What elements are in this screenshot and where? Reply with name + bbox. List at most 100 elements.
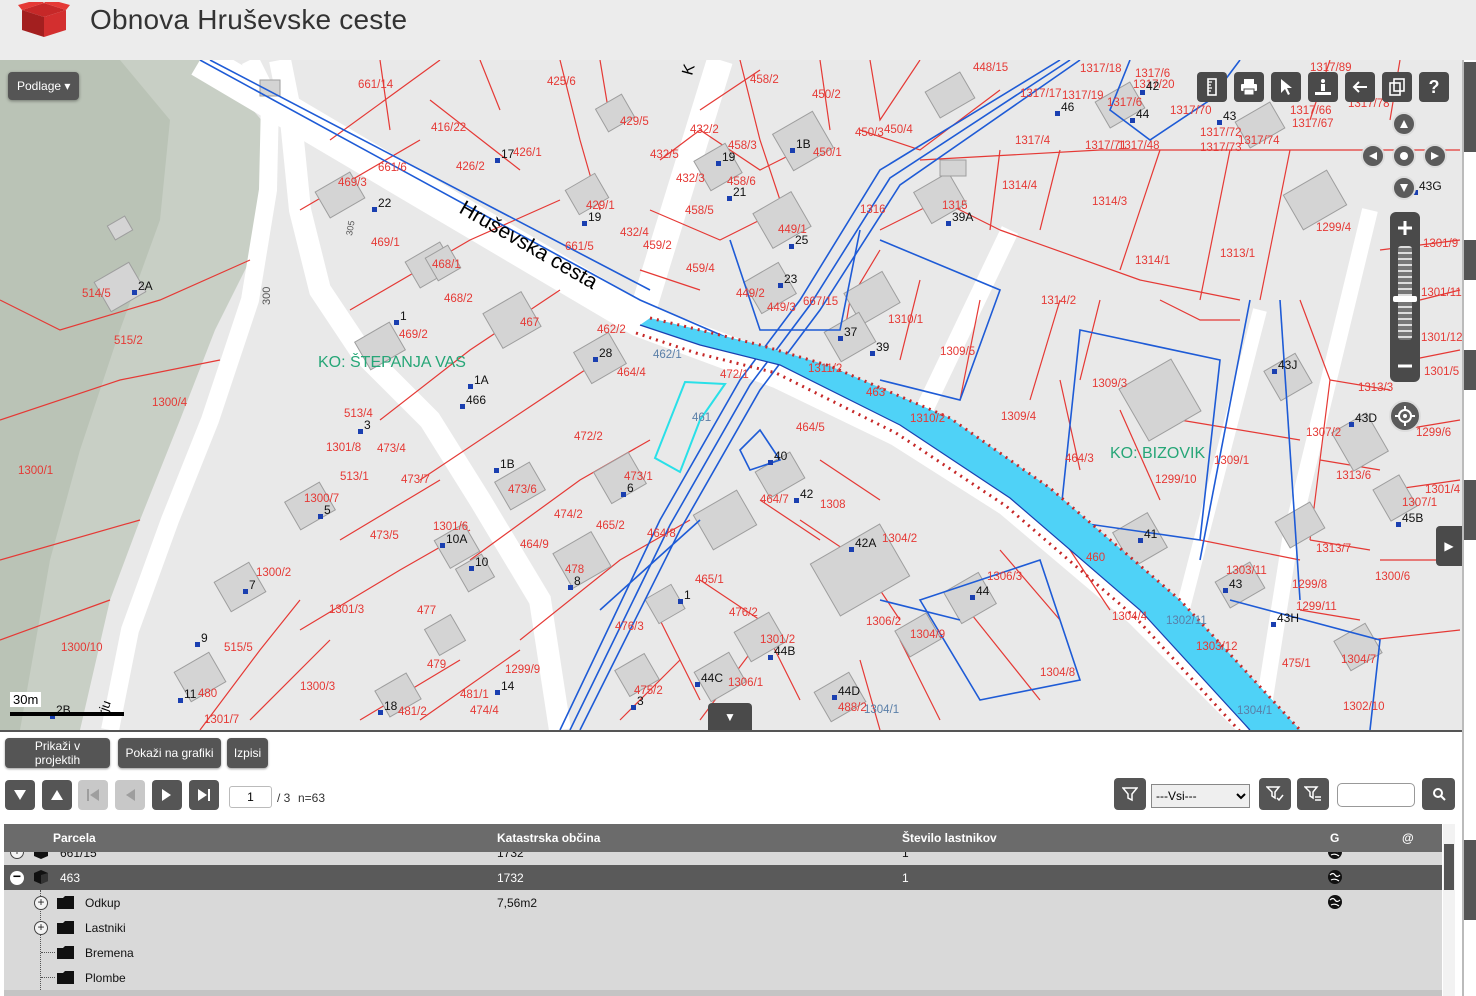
- search-input[interactable]: [1337, 783, 1415, 807]
- basemap-dropdown-button[interactable]: Podlage ▾: [8, 72, 80, 100]
- parcel-label: 513/1: [340, 471, 369, 483]
- parcel-label: 1314/3: [1092, 196, 1127, 208]
- parcel-label: 1309/5: [940, 346, 975, 358]
- parcel-label: 464/5: [796, 422, 825, 434]
- expand-all-button[interactable]: [5, 780, 35, 810]
- house-number-label: 10A: [446, 532, 467, 546]
- parcel-label: 1317/72: [1200, 127, 1242, 139]
- select-pointer-button[interactable]: [1271, 72, 1301, 102]
- show-in-projects-button[interactable]: Prikaži v projektih: [5, 738, 110, 768]
- house-marker: [631, 705, 636, 710]
- house-number-label: 3: [364, 418, 371, 432]
- house-marker: [768, 460, 773, 465]
- side-tab-3[interactable]: [1464, 350, 1476, 390]
- expand-side-panel-button[interactable]: ▶: [1436, 526, 1462, 566]
- parcel-label: 429/5: [620, 116, 649, 128]
- pan-up-button[interactable]: [1392, 112, 1416, 136]
- expand-row-icon[interactable]: +: [34, 896, 48, 910]
- collapse-map-button[interactable]: ▼: [708, 703, 752, 730]
- house-number-label: 44B: [774, 644, 795, 658]
- info-button[interactable]: [1308, 72, 1338, 102]
- first-page-button[interactable]: [78, 780, 108, 810]
- tree-item-lastniki[interactable]: + Lastniki: [4, 915, 1442, 940]
- reports-button[interactable]: Izpisi: [227, 738, 268, 768]
- house-number-label: 43H: [1277, 611, 1299, 625]
- locate-button[interactable]: [1389, 400, 1421, 432]
- parcel-label: 1317/66: [1290, 105, 1332, 117]
- back-button[interactable]: [1345, 72, 1375, 102]
- house-marker: [1217, 120, 1222, 125]
- copy-button[interactable]: [1382, 72, 1412, 102]
- parcel-463-outline[interactable]: [653, 380, 727, 474]
- house-marker: [460, 404, 465, 409]
- pan-center-button[interactable]: [1392, 144, 1416, 168]
- expand-row-icon[interactable]: +: [10, 852, 24, 859]
- tree-item-plombe[interactable]: Plombe: [4, 965, 1442, 990]
- filter-select[interactable]: ---Vsi---: [1151, 784, 1250, 808]
- search-button[interactable]: [1422, 778, 1455, 810]
- filter-button[interactable]: [1114, 778, 1146, 810]
- globe-icon[interactable]: [1327, 894, 1343, 910]
- filter-apply-button[interactable]: [1259, 778, 1291, 810]
- filter-advanced-button[interactable]: [1297, 778, 1329, 810]
- zoom-slider-handle[interactable]: [1393, 296, 1417, 302]
- grid-scrollbar[interactable]: [1443, 824, 1455, 996]
- measure-button[interactable]: [1197, 72, 1227, 102]
- zoom-slider-track[interactable]: [1393, 246, 1417, 340]
- side-tab-4[interactable]: [1464, 480, 1476, 540]
- zoom-out-button[interactable]: [1395, 356, 1415, 376]
- column-header-owners[interactable]: Število lastnikov: [902, 831, 997, 845]
- pan-down-button[interactable]: [1392, 176, 1416, 200]
- side-tab-2[interactable]: [1464, 240, 1476, 280]
- show-on-graphics-button[interactable]: Pokaži na grafiki: [118, 738, 221, 768]
- collapse-row-icon[interactable]: −: [10, 869, 24, 885]
- house-marker: [469, 566, 474, 571]
- prev-page-button[interactable]: [115, 780, 145, 810]
- parcel-label: 459/4: [686, 263, 715, 275]
- last-page-button[interactable]: [189, 780, 219, 810]
- next-page-button[interactable]: [152, 780, 182, 810]
- column-header-at[interactable]: @: [1402, 831, 1414, 845]
- parcel-label: 450/3: [855, 127, 884, 139]
- parcel-label: 1313/7: [1316, 543, 1351, 555]
- column-header-parcel[interactable]: Parcela: [53, 831, 96, 845]
- parcel-label: 481/2: [398, 706, 427, 718]
- cadastral-map[interactable]: 661/14 425/6 458/2 450/2 448/15 1317/18 1317/6…: [0, 60, 1462, 730]
- house-marker: [849, 547, 854, 552]
- scale-bar: 30m: [6, 688, 124, 718]
- zoom-in-button[interactable]: [1395, 218, 1415, 238]
- page-number-input[interactable]: [229, 786, 272, 808]
- zoom-control[interactable]: [1390, 212, 1420, 382]
- parcel-label: 450/4: [884, 124, 913, 136]
- parcel-label: 1317/18: [1080, 63, 1122, 75]
- map-view[interactable]: 661/14 425/6 458/2 450/2 448/15 1317/18 1317/6…: [0, 60, 1462, 730]
- print-button[interactable]: [1234, 72, 1264, 102]
- globe-icon[interactable]: [1327, 869, 1343, 885]
- globe-icon[interactable]: [1327, 852, 1343, 860]
- tree-item-bremena[interactable]: Bremena: [4, 940, 1442, 965]
- tree-item-odkup[interactable]: + Odkup 7,56m2: [4, 890, 1442, 915]
- house-number-label: 43D: [1355, 411, 1377, 425]
- pan-left-button[interactable]: [1361, 144, 1385, 168]
- house-marker: [1272, 369, 1277, 374]
- grid-scrollbar-thumb[interactable]: [1444, 844, 1454, 890]
- house-marker: [790, 148, 795, 153]
- pan-right-button[interactable]: [1423, 144, 1447, 168]
- funnel-icon: [1122, 787, 1138, 802]
- column-header-cadastral[interactable]: Katastrska občina: [497, 831, 600, 845]
- ruler-icon: [1207, 78, 1217, 96]
- help-button[interactable]: ?: [1419, 72, 1449, 102]
- expand-row-icon[interactable]: +: [34, 921, 48, 935]
- parcel-label: 480: [198, 688, 217, 700]
- side-tab-1[interactable]: [1464, 62, 1476, 152]
- collapse-all-button[interactable]: [42, 780, 72, 810]
- column-header-g[interactable]: G: [1330, 831, 1339, 845]
- parcel-label: 432/2: [690, 124, 719, 136]
- table-row-selected[interactable]: − 463 1732 1: [4, 865, 1442, 890]
- copy-icon: [1389, 78, 1405, 96]
- parcel-label: 477: [417, 605, 436, 617]
- parcel-label: 1299/10: [1155, 474, 1197, 486]
- table-row[interactable]: + 661/15 1732 1: [4, 852, 1442, 865]
- side-tab-5[interactable]: [1464, 840, 1476, 920]
- parcel-label: 462/2: [597, 324, 626, 336]
